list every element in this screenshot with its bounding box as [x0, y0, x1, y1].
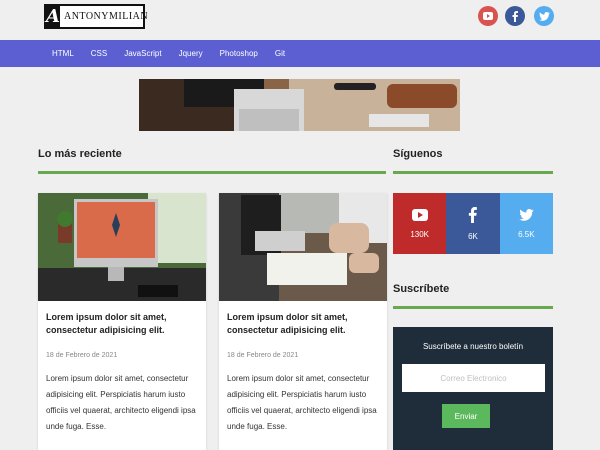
post-card[interactable]: Lorem ipsum dolor sit amet, consectetur … — [219, 193, 387, 450]
nav-item-photoshop[interactable]: Photoshop — [220, 49, 258, 58]
nav-item-css[interactable]: CSS — [91, 49, 107, 58]
header-twitter-link[interactable] — [534, 6, 554, 26]
follow-youtube-link[interactable]: 130K — [393, 193, 447, 254]
nav-item-git[interactable]: Git — [275, 49, 285, 58]
header-facebook-link[interactable] — [505, 6, 525, 26]
email-field[interactable] — [402, 364, 545, 392]
subscribe-box: Suscríbete a nuestro boletín Enviar — [393, 327, 553, 450]
twitter-icon — [519, 208, 534, 221]
logo-mark: A — [46, 6, 60, 27]
banner-image — [139, 79, 460, 131]
site-header: A ANTONYMILIAN — [0, 0, 600, 40]
post-title[interactable]: Lorem ipsum dolor sit amet, consectetur … — [227, 311, 379, 337]
post-image — [219, 193, 387, 301]
post-date: 18 de Febrero de 2021 — [46, 352, 118, 359]
header-youtube-link[interactable] — [478, 6, 498, 26]
follow-section-title: Síguenos — [393, 148, 443, 160]
facebook-icon — [512, 10, 518, 22]
post-card[interactable]: Lorem ipsum dolor sit amet, consectetur … — [38, 193, 206, 450]
post-excerpt: Lorem ipsum dolor sit amet, consectetur … — [227, 374, 377, 431]
follow-box: 130K 6K 6.5K — [393, 193, 553, 254]
subscribe-heading: Suscríbete a nuestro boletín — [422, 342, 524, 351]
desk-photo — [139, 79, 460, 131]
youtube-icon — [411, 208, 428, 221]
subscribe-button[interactable]: Enviar — [442, 404, 490, 428]
nav-item-javascript[interactable]: JavaScript — [124, 49, 161, 58]
facebook-follower-count: 6K — [468, 231, 478, 241]
twitter-follower-count: 6.5K — [518, 229, 535, 239]
logo-text: ANTONYMILIAN — [63, 11, 149, 22]
main-nav: HTML CSS JavaScript Jquery Photoshop Git — [0, 40, 600, 67]
follow-twitter-link[interactable]: 6.5K — [499, 193, 553, 254]
post-excerpt: Lorem ipsum dolor sit amet, consectetur … — [46, 374, 196, 431]
site-logo[interactable]: A ANTONYMILIAN — [44, 4, 149, 29]
youtube-icon — [483, 12, 493, 20]
post-image — [38, 193, 206, 301]
nav-item-jquery[interactable]: Jquery — [179, 49, 203, 58]
recent-section-title: Lo más reciente — [38, 148, 122, 160]
youtube-follower-count: 130K — [410, 229, 429, 239]
subscribe-section-title: Suscríbete — [393, 283, 450, 295]
recent-section-rule — [38, 171, 386, 174]
post-date: 18 de Febrero de 2021 — [227, 352, 299, 359]
follow-section-rule — [393, 171, 553, 174]
post-body: Lorem ipsum dolor sit amet, consectetur … — [38, 301, 206, 435]
post-body: Lorem ipsum dolor sit amet, consectetur … — [219, 301, 387, 435]
subscribe-section-rule — [393, 306, 553, 309]
follow-facebook-link[interactable]: 6K — [446, 193, 500, 254]
nav-item-html[interactable]: HTML — [52, 49, 74, 58]
facebook-icon — [469, 206, 478, 223]
twitter-icon — [538, 11, 550, 21]
post-title[interactable]: Lorem ipsum dolor sit amet, consectetur … — [46, 311, 198, 337]
